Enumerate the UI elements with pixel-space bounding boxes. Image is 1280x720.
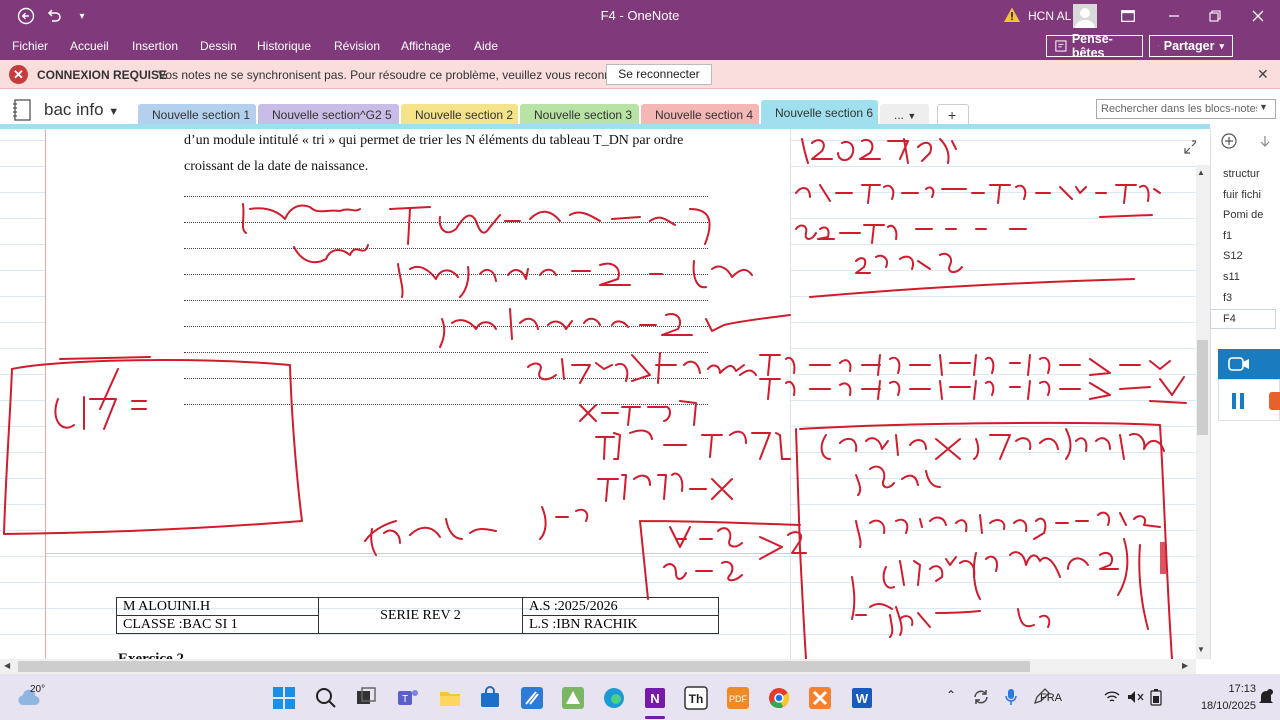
add-page-icon[interactable] — [1221, 133, 1237, 149]
language-indicator[interactable]: FRA — [1040, 692, 1062, 704]
page-item[interactable]: f1 — [1223, 230, 1232, 242]
clock-date[interactable]: 18/10/2025 — [1176, 700, 1256, 712]
search-input[interactable]: Rechercher dans les blocs-notes — [1096, 99, 1276, 119]
search-scope-dropdown-icon[interactable]: ▼ — [1259, 102, 1268, 112]
word-icon[interactable]: W — [850, 686, 874, 710]
handwritten-ink-layer — [3, 138, 1187, 659]
full-screen-icon[interactable] — [1112, 0, 1144, 32]
svg-text:T: T — [402, 694, 408, 705]
avatar[interactable] — [1073, 4, 1097, 28]
page-item[interactable]: S12 — [1223, 250, 1243, 262]
volume-muted-icon[interactable] — [1126, 689, 1144, 705]
notifications-icon[interactable] — [1258, 688, 1274, 706]
stop-recording-icon[interactable] — [1269, 392, 1280, 410]
menu-aide[interactable]: Aide — [474, 39, 498, 53]
scroll-down-icon[interactable]: ▼ — [1197, 645, 1205, 654]
chevron-down-icon: ▾ — [1219, 40, 1224, 51]
sticky-notes-label: Pense-bêtes — [1071, 32, 1113, 60]
more-tabs-label: ... — [894, 108, 905, 122]
chevron-down-icon: ▼ — [108, 106, 120, 118]
restore-icon[interactable] — [1199, 0, 1231, 32]
onenote-icon[interactable]: N — [643, 686, 667, 710]
notebook-icon[interactable] — [12, 99, 32, 121]
menu-historique[interactable]: Historique — [257, 39, 311, 53]
clock-time[interactable]: 17:13 — [1196, 683, 1256, 695]
page-canvas[interactable]: d’un module intitulé « tri » qui permet … — [0, 129, 1196, 659]
scroll-up-icon[interactable]: ▲ — [1197, 168, 1205, 177]
microphone-icon[interactable] — [1004, 688, 1018, 706]
menu-dessin[interactable]: Dessin — [200, 39, 237, 53]
sort-pages-icon[interactable] — [1259, 135, 1271, 147]
svg-text:N: N — [650, 691, 659, 706]
sync-icon[interactable] — [972, 688, 990, 706]
svg-text:W: W — [856, 691, 869, 706]
recording-widget-controls — [1218, 379, 1280, 421]
active-app-indicator — [645, 716, 665, 719]
minimize-icon[interactable] — [1158, 0, 1190, 32]
menu-revision[interactable]: Révision — [334, 39, 380, 53]
video-camera-icon — [1228, 357, 1249, 371]
selected-page-highlight — [1210, 309, 1276, 329]
pause-icon[interactable] — [1231, 392, 1245, 410]
close-icon[interactable] — [1242, 0, 1274, 32]
notebook-label: bac info — [44, 100, 104, 119]
menu-fichier[interactable]: Fichier — [12, 39, 48, 53]
notebook-name[interactable]: bac info ▼ — [44, 100, 119, 120]
taskbar: 20° T N Th PDF W ⌃ FRA 17:13 18/10/2025 — [0, 674, 1280, 720]
page-item[interactable]: structur — [1223, 168, 1260, 180]
tray-chevron-up-icon[interactable]: ⌃ — [946, 688, 956, 702]
sticky-note-icon — [1055, 40, 1067, 52]
horizontal-scroll-thumb[interactable] — [18, 661, 1030, 672]
page-item[interactable]: Pomi de — [1223, 209, 1263, 221]
edge-icon[interactable] — [602, 686, 626, 710]
sticky-notes-button[interactable]: Pense-bêtes — [1046, 32, 1143, 60]
share-icon — [1158, 45, 1159, 47]
recording-widget-header — [1218, 349, 1280, 379]
windows-start-icon[interactable] — [272, 686, 296, 710]
section-tabs-bar: bac info ▼ Nouvelle section 1 Nouvelle s… — [0, 89, 1280, 127]
scroll-right-icon[interactable]: ▶ — [1182, 661, 1188, 670]
store-icon[interactable] — [478, 686, 502, 710]
svg-text:PDF: PDF — [729, 694, 748, 704]
page-item-selected[interactable]: F4 — [1223, 313, 1236, 325]
weather-temperature: 20° — [30, 684, 46, 695]
share-button[interactable]: Partager ▾ — [1149, 35, 1233, 57]
error-icon: ✕ — [9, 65, 28, 84]
close-icon[interactable]: ✕ — [1257, 66, 1269, 83]
wifi-icon[interactable] — [1104, 690, 1120, 704]
teams-icon[interactable]: T — [396, 686, 420, 710]
menu-insertion[interactable]: Insertion — [132, 39, 178, 53]
menu-accueil[interactable]: Accueil — [70, 39, 109, 53]
share-label: Partager — [1163, 39, 1215, 53]
battery-icon[interactable] — [1150, 688, 1162, 706]
svg-text:Th: Th — [689, 692, 704, 706]
page-item[interactable]: fuir fichi — [1223, 189, 1261, 201]
menu-bar: Fichier Accueil Insertion Dessin Histori… — [0, 32, 1280, 60]
vertical-scroll-thumb[interactable] — [1197, 340, 1208, 435]
menu-affichage[interactable]: Affichage — [401, 39, 451, 53]
typing-app-icon[interactable]: Th — [684, 686, 708, 710]
chevron-down-icon: ▼ — [907, 111, 917, 121]
xampp-icon[interactable] — [808, 686, 832, 710]
file-explorer-icon[interactable] — [438, 686, 462, 710]
page-item[interactable]: f3 — [1223, 292, 1232, 304]
geogebra-icon[interactable] — [561, 686, 585, 710]
title-bar: ▾ F4 - OneNote HCN AL — [0, 0, 1280, 32]
page-item[interactable]: s11 — [1223, 271, 1240, 283]
search-placeholder: Rechercher dans les blocs-notes — [1101, 103, 1257, 115]
reconnect-button[interactable]: Se reconnecter — [606, 64, 712, 85]
tab-section-6[interactable]: Nouvelle section 6 — [761, 100, 878, 127]
sync-error-bar: ✕ CONNEXION REQUISE Vos notes ne se sync… — [0, 60, 1280, 89]
user-name[interactable]: HCN AL — [1028, 9, 1071, 23]
notification-message: Vos notes ne se synchronisent pas. Pour … — [158, 68, 641, 82]
warning-icon[interactable] — [1003, 6, 1021, 24]
task-view-icon[interactable] — [354, 686, 378, 710]
search-icon[interactable] — [314, 686, 338, 710]
pdf-tool-icon[interactable]: PDF — [726, 686, 750, 710]
scroll-left-icon[interactable]: ◀ — [4, 661, 10, 670]
app-icon[interactable] — [520, 686, 544, 710]
chrome-icon[interactable] — [767, 686, 791, 710]
notification-title: CONNEXION REQUISE — [37, 68, 168, 82]
